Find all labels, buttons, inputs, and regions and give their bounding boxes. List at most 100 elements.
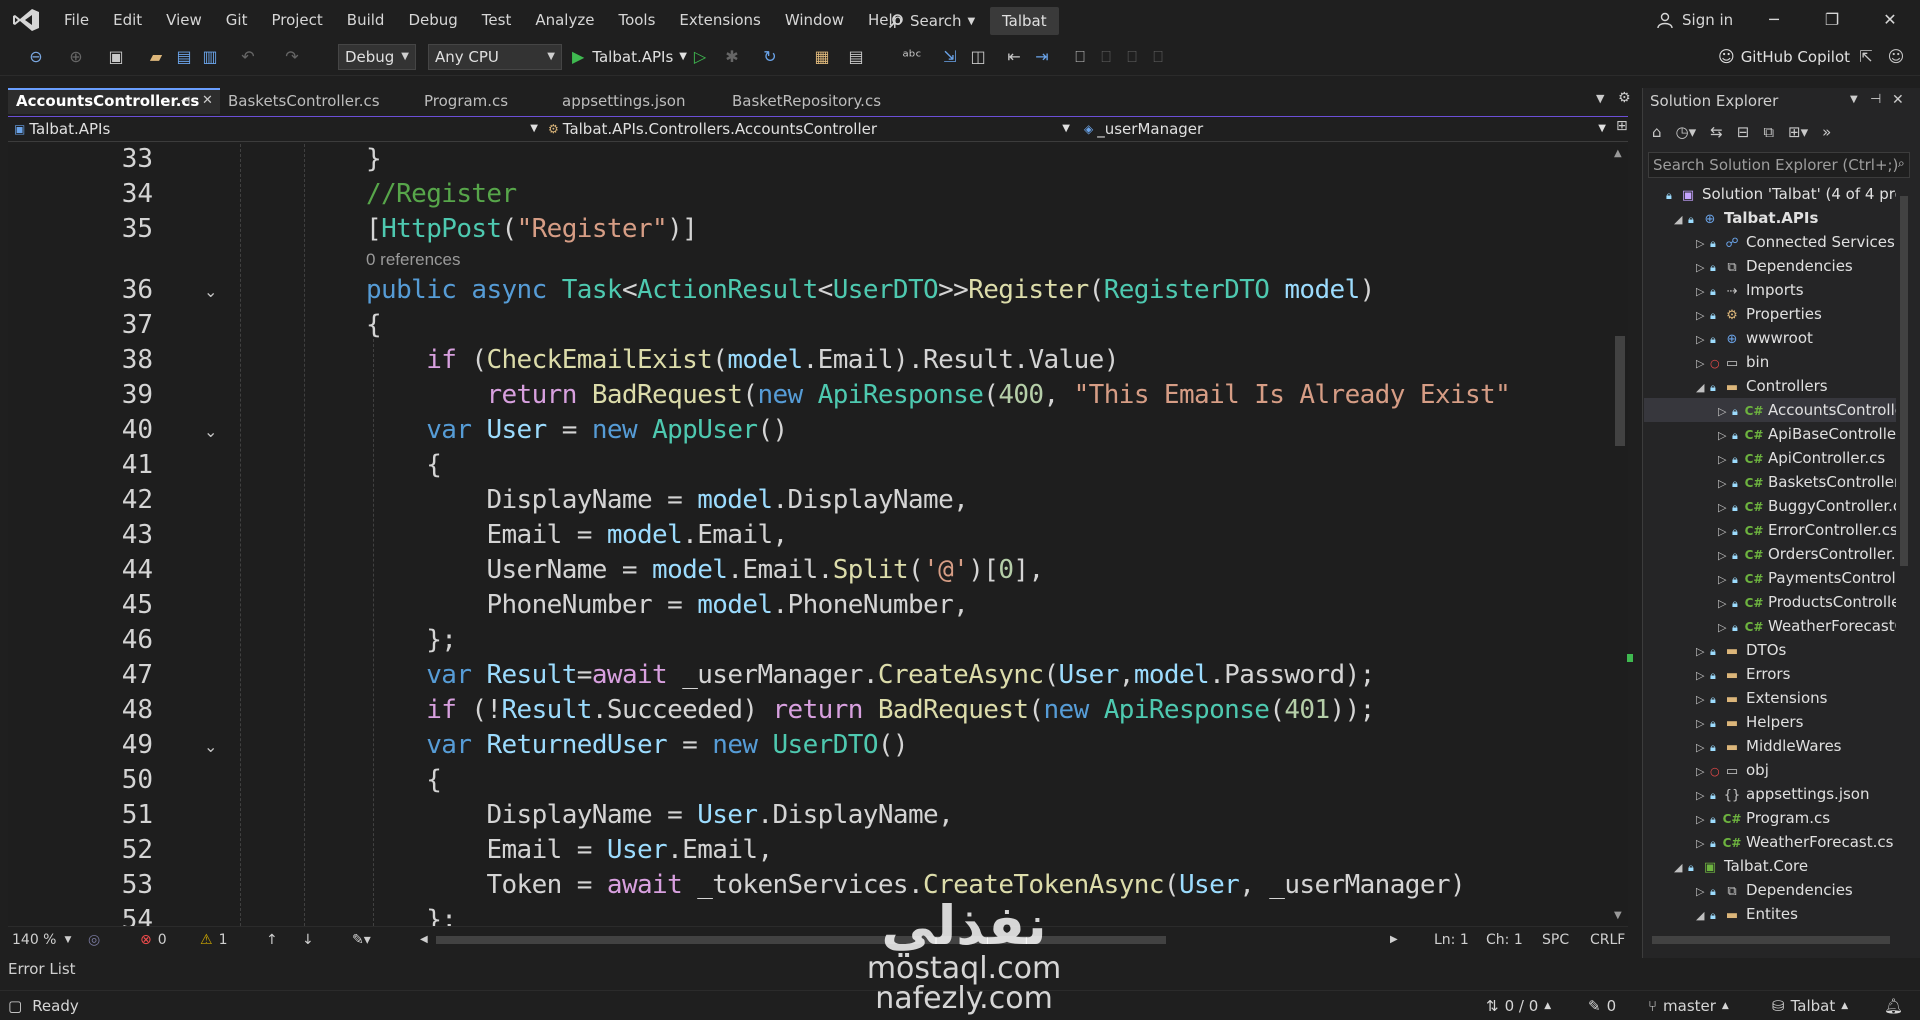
menu-tools[interactable]: Tools xyxy=(606,0,667,40)
browse-folder-icon[interactable]: ▦ xyxy=(812,46,832,68)
fold-toggle-icon[interactable]: ⌄ xyxy=(204,422,217,441)
tree-item[interactable]: ▷🔒︎ C# ApiBaseController.cs xyxy=(1644,422,1896,446)
save-icon[interactable]: ▤ xyxy=(174,46,194,68)
menu-view[interactable]: View xyxy=(154,0,214,40)
share-icon[interactable]: ⇱ xyxy=(1856,46,1876,68)
error-list-tab[interactable]: Error List xyxy=(0,958,1920,980)
tab-program[interactable]: Program.cs xyxy=(416,88,554,114)
fold-toggle-icon[interactable]: ⌄ xyxy=(204,737,217,756)
collapsed-arrow-icon[interactable]: ▷ xyxy=(1718,544,1732,566)
feedback-icon[interactable]: ☺ xyxy=(1886,46,1906,68)
code-cleanup-icon[interactable]: ✎▾ xyxy=(352,930,371,950)
navigate-back-icon[interactable]: ⊖ xyxy=(26,46,46,68)
tree-item[interactable]: ◢ 🔒︎ ⊕ Talbat.APIs xyxy=(1644,206,1896,230)
tree-item[interactable]: ▷ 🔒︎ C# WeatherForecast.cs xyxy=(1644,830,1896,854)
collapsed-arrow-icon[interactable]: ▷ xyxy=(1696,352,1710,374)
collapsed-arrow-icon[interactable]: ▷ xyxy=(1696,712,1710,734)
tree-item[interactable]: ▷🔒︎ C# ProductsController.cs xyxy=(1644,590,1896,614)
outdent-icon[interactable]: ⇤ xyxy=(1004,46,1024,68)
tree-item[interactable]: ▷ 🔒︎ C# ErrorController.cs xyxy=(1644,518,1896,542)
tree-scrollbar-thumb[interactable] xyxy=(1900,196,1908,566)
collapsed-arrow-icon[interactable]: ▷ xyxy=(1696,304,1710,326)
menu-extensions[interactable]: Extensions xyxy=(667,0,772,40)
tree-item[interactable]: ▷ 🔒︎ ⚙ Properties xyxy=(1644,302,1896,326)
menu-file[interactable]: File xyxy=(52,0,101,40)
platform-dropdown[interactable]: Any CPU ▼ xyxy=(428,44,562,70)
layout-icon[interactable]: ▤ xyxy=(846,46,866,68)
tree-item[interactable]: ▷ 🔒︎ ▬ Helpers xyxy=(1644,710,1896,734)
menu-analyze[interactable]: Analyze xyxy=(523,0,606,40)
codelens-references[interactable]: 0 references xyxy=(366,250,461,270)
tree-item[interactable]: ▷ 🔒︎ ⇢ Imports xyxy=(1644,278,1896,302)
zoom-dropdown[interactable]: 140 % ▼ xyxy=(12,930,80,950)
sync-icon[interactable]: ⇆ xyxy=(1710,123,1723,141)
notifications-icon[interactable]: 🔔︎ xyxy=(1884,996,1903,1016)
collapsed-arrow-icon[interactable]: ▷ xyxy=(1718,424,1732,446)
project-dropdown[interactable]: ▣ Talbat.APIs ▼ xyxy=(14,118,538,140)
bookmark-clear-icon[interactable]: ⎕ xyxy=(1148,46,1168,68)
menu-debug[interactable]: Debug xyxy=(396,0,469,40)
collapsed-arrow-icon[interactable]: ▷ xyxy=(1718,616,1732,638)
tree-item[interactable]: ◢ 🔒︎ ▣ Talbat.Core xyxy=(1644,854,1896,878)
previous-issue-icon[interactable]: ↑ xyxy=(266,930,278,950)
tree-item[interactable]: ▷🔒︎ C# PaymentsController.cs xyxy=(1644,566,1896,590)
type-dropdown[interactable]: ⚙ Talbat.APIs.Controllers.AccountsContro… xyxy=(548,118,1070,140)
git-changes-indicator[interactable]: ⇅ 0 / 0 ▲ xyxy=(1486,996,1551,1016)
tree-item[interactable]: ◢ 🔒︎ ▬ Controllers xyxy=(1644,374,1896,398)
start-debugging-button[interactable]: ▶ Talbat.APIs ▼ xyxy=(572,44,687,70)
expanded-arrow-icon[interactable]: ◢ xyxy=(1674,208,1688,230)
tree-item[interactable]: 🔒︎ ▣ Solution 'Talbat' (4 of 4 projects) xyxy=(1644,182,1896,206)
window-icon[interactable]: ◫ xyxy=(968,46,988,68)
bookmark-prev-icon[interactable]: ⎕ xyxy=(1096,46,1116,68)
repository-indicator[interactable]: ⛁ Talbat ▲ xyxy=(1772,996,1848,1016)
tab-appsettings[interactable]: appsettings.json xyxy=(554,88,724,114)
close-tab-icon[interactable]: ✕ xyxy=(202,90,213,112)
home-icon[interactable]: ⌂ xyxy=(1652,123,1662,141)
tree-item[interactable]: ▷ 🔒︎ ⧉ Dependencies xyxy=(1644,878,1896,902)
tree-item[interactable]: ▷🔒︎ C# AccountsController.cs xyxy=(1644,398,1896,422)
tree-item[interactable]: ▷ 🔒︎ ⧉ Dependencies xyxy=(1644,254,1896,278)
collapsed-arrow-icon[interactable]: ▷ xyxy=(1718,592,1732,614)
scroll-right-icon[interactable]: ▶ xyxy=(1390,930,1398,950)
menu-test[interactable]: Test xyxy=(470,0,524,40)
warnings-indicator[interactable]: ⚠ 1 xyxy=(200,930,227,950)
collapsed-arrow-icon[interactable]: ▷ xyxy=(1718,472,1732,494)
scroll-left-icon[interactable]: ◀ xyxy=(420,930,428,950)
solution-name-badge[interactable]: Talbat xyxy=(990,7,1059,35)
tree-item[interactable]: ▷ 🔒︎ ▬ MiddleWares xyxy=(1644,734,1896,758)
tree-item[interactable]: ▷ 🔒︎ ⊕ wwwroot xyxy=(1644,326,1896,350)
github-copilot-button[interactable]: ☺ GitHub Copilot xyxy=(1718,44,1850,70)
tree-item[interactable]: ▷🔒︎ C# WeatherForecastController.cs xyxy=(1644,614,1896,638)
tree-item[interactable]: ▷ 🔒︎ ▬ Extensions xyxy=(1644,686,1896,710)
tab-basketrepository[interactable]: BasketRepository.cs xyxy=(724,88,920,114)
pin-icon[interactable]: ⊣ xyxy=(1870,92,1881,107)
bookmark-next-icon[interactable]: ⎕ xyxy=(1122,46,1142,68)
sign-in-button[interactable]: Sign in xyxy=(1656,8,1733,32)
step-icon[interactable]: ⇲ xyxy=(940,46,960,68)
scroll-up-icon[interactable]: ▲ xyxy=(1614,148,1622,159)
bookmark-icon[interactable]: ⎕ xyxy=(1070,46,1090,68)
minimize-button[interactable]: ─ xyxy=(1746,0,1802,40)
panel-options-icon[interactable]: ▼ xyxy=(1850,94,1858,105)
filter-icon[interactable]: ⊞▾ xyxy=(1788,123,1808,141)
collapsed-arrow-icon[interactable]: ▷ xyxy=(1718,448,1732,470)
expanded-arrow-icon[interactable]: ◢ xyxy=(1674,856,1688,878)
tree-item[interactable]: ▷ 🔒︎ {} appsettings.json xyxy=(1644,782,1896,806)
tree-item[interactable]: ▷ 🔒︎ ▬ DTOs xyxy=(1644,638,1896,662)
menu-project[interactable]: Project xyxy=(259,0,334,40)
redo-icon[interactable]: ↷ xyxy=(282,46,302,68)
visual-studio-logo-icon[interactable] xyxy=(12,8,40,32)
open-folder-icon[interactable]: ▰ xyxy=(146,46,166,68)
expanded-arrow-icon[interactable]: ◢ xyxy=(1696,376,1710,398)
tab-accountscontroller[interactable]: AccountsController.cs ⊣ ✕ xyxy=(8,88,220,114)
collapse-all-icon[interactable]: ⊟ xyxy=(1737,123,1750,141)
editor-vertical-scrollbar[interactable] xyxy=(1610,144,1628,926)
pin-icon[interactable]: ⊣ xyxy=(180,90,190,112)
history-icon[interactable]: ◷▾ xyxy=(1676,123,1697,141)
close-button[interactable]: ✕ xyxy=(1862,0,1918,40)
tree-item[interactable]: ▷ 🔒︎ C# ApiController.cs xyxy=(1644,446,1896,470)
search-button[interactable]: Search ▼ xyxy=(880,8,983,34)
navigate-forward-icon[interactable]: ⊕ xyxy=(66,46,86,68)
show-all-files-icon[interactable]: ⧉ xyxy=(1763,123,1774,141)
menu-edit[interactable]: Edit xyxy=(101,0,154,40)
